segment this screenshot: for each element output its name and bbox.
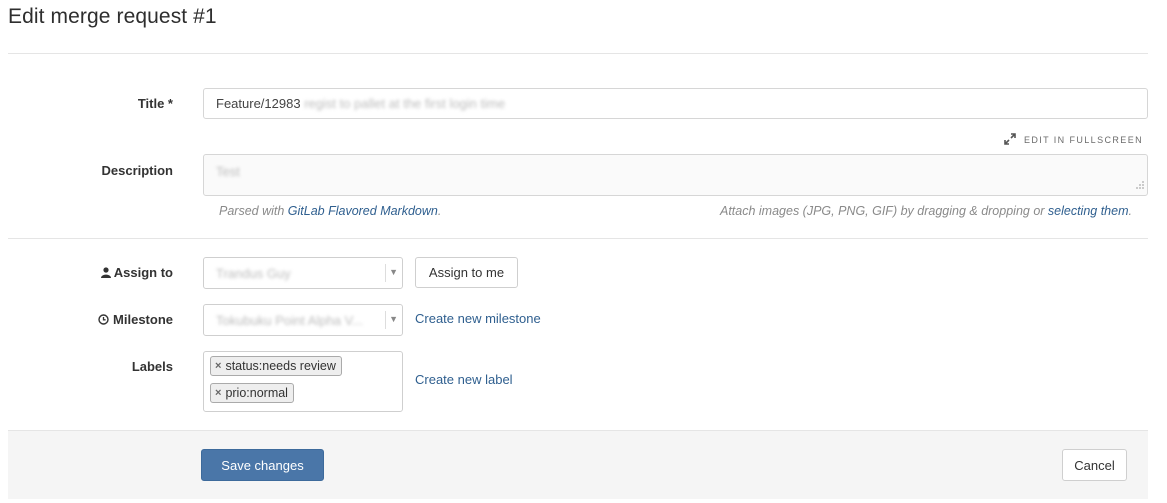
remove-x-icon[interactable]: × bbox=[215, 360, 221, 372]
edit-fullscreen-label: EDIT IN FULLSCREEN bbox=[1023, 135, 1143, 145]
assign-to-me-button[interactable]: Assign to me bbox=[415, 257, 518, 288]
label-chip-text: status:needs review bbox=[225, 359, 336, 373]
milestone-label: Milestone bbox=[0, 312, 173, 327]
milestone-label-text: Milestone bbox=[113, 312, 173, 327]
milestone-select[interactable]: Tokubuku Point Alpha V... ▼ bbox=[203, 304, 403, 336]
description-label: Description bbox=[101, 163, 173, 178]
markdown-link[interactable]: GitLab Flavored Markdown bbox=[288, 204, 438, 218]
assignee-value: Trandus Guy bbox=[216, 266, 291, 281]
milestone-value: Tokubuku Point Alpha V... bbox=[216, 313, 363, 328]
save-changes-button[interactable]: Save changes bbox=[201, 449, 324, 481]
header-divider bbox=[8, 53, 1148, 54]
clock-icon bbox=[98, 312, 113, 327]
create-label-link[interactable]: Create new label bbox=[415, 372, 513, 387]
chevron-down-icon: ▼ bbox=[389, 267, 398, 277]
title-label: Title * bbox=[137, 96, 173, 111]
label-chip: × prio:normal bbox=[210, 383, 294, 403]
assign-label: Assign to bbox=[0, 265, 173, 280]
markdown-hint: Parsed with GitLab Flavored Markdown. bbox=[219, 204, 441, 218]
select-files-link[interactable]: selecting them bbox=[1048, 204, 1129, 218]
page-title: Edit merge request #1 bbox=[8, 5, 217, 28]
expand-arrows-icon bbox=[1004, 133, 1016, 147]
create-milestone-link[interactable]: Create new milestone bbox=[415, 311, 541, 326]
title-rest: regist to pallet at the first login time bbox=[304, 96, 506, 111]
description-textarea[interactable]: Test bbox=[203, 154, 1148, 196]
resize-handle-icon[interactable] bbox=[1135, 177, 1144, 192]
attach-hint: Attach images (JPG, PNG, GIF) by draggin… bbox=[720, 204, 1132, 218]
labels-input[interactable]: × status:needs review × prio:normal bbox=[203, 351, 403, 412]
markdown-hint-text: Parsed with bbox=[219, 204, 288, 218]
chevron-down-icon: ▼ bbox=[389, 314, 398, 324]
section-divider bbox=[8, 238, 1148, 239]
label-chip-text: prio:normal bbox=[225, 386, 288, 400]
title-prefix: Feature/12983 bbox=[216, 96, 301, 111]
assignee-select[interactable]: Trandus Guy ▼ bbox=[203, 257, 403, 289]
remove-x-icon[interactable]: × bbox=[215, 387, 221, 399]
description-value: Test bbox=[216, 164, 240, 179]
assign-label-text: Assign to bbox=[113, 265, 173, 280]
form-actions: Save changes Cancel bbox=[8, 430, 1148, 499]
attach-hint-end: . bbox=[1128, 204, 1132, 218]
select-separator bbox=[385, 264, 386, 282]
edit-fullscreen-link[interactable]: EDIT IN FULLSCREEN bbox=[1004, 133, 1143, 147]
user-icon bbox=[100, 265, 114, 280]
cancel-button[interactable]: Cancel bbox=[1062, 449, 1127, 481]
attach-hint-text: Attach images (JPG, PNG, GIF) by draggin… bbox=[719, 204, 1048, 218]
markdown-hint-end: . bbox=[437, 204, 442, 218]
title-input[interactable]: Feature/12983 regist to pallet at the fi… bbox=[203, 88, 1148, 119]
label-chip: × status:needs review bbox=[210, 356, 342, 376]
labels-label: Labels bbox=[131, 359, 173, 374]
select-separator bbox=[385, 311, 386, 329]
